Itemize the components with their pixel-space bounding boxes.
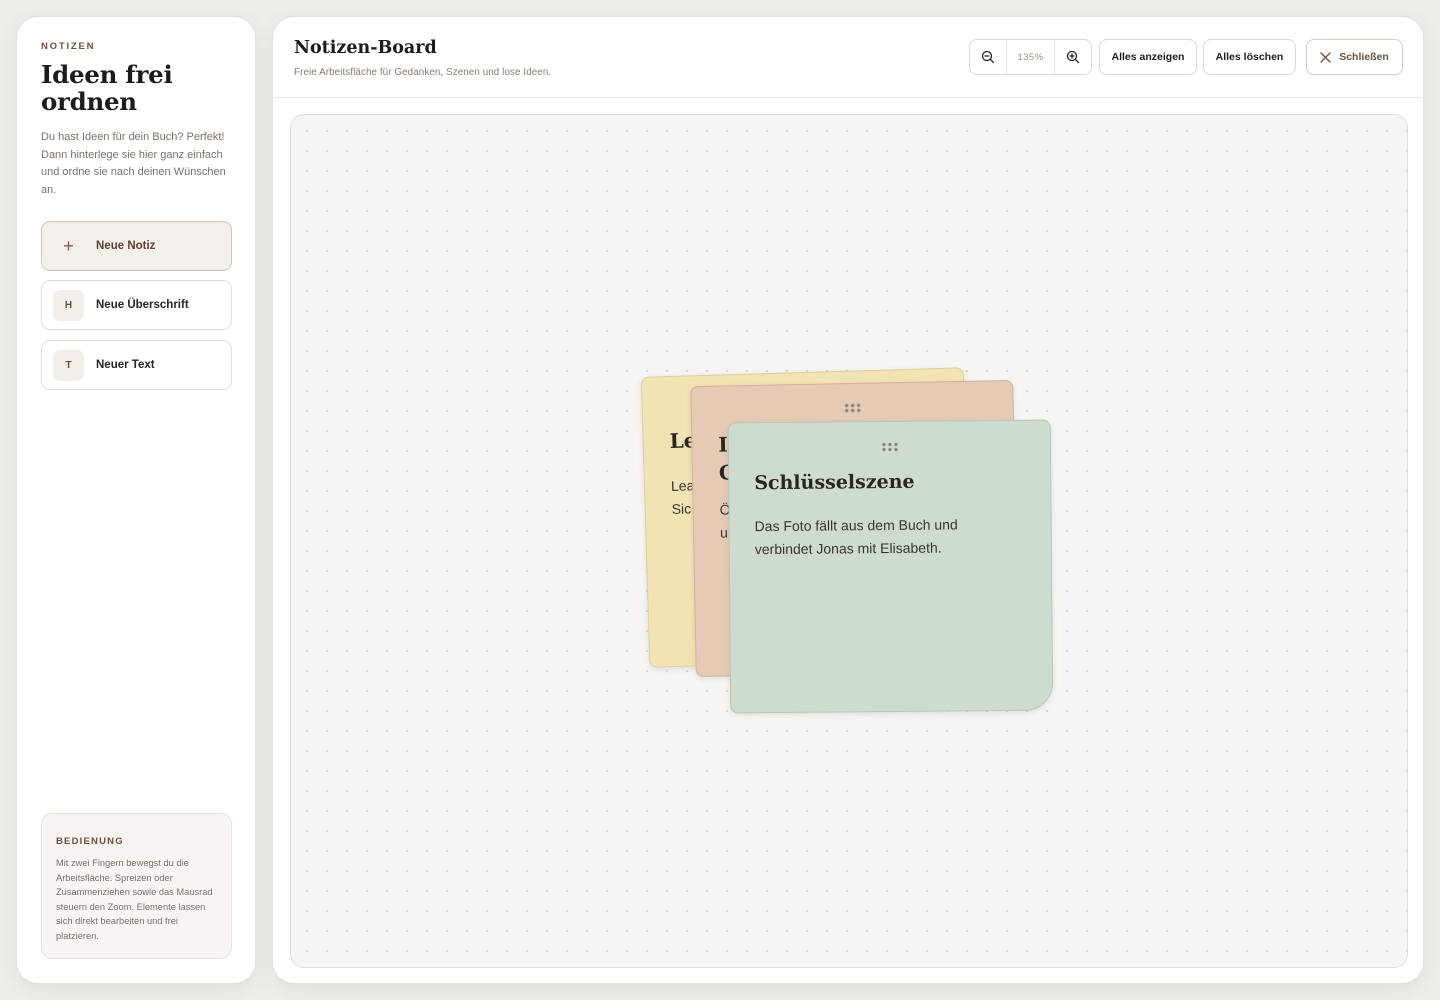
page-title: Notizen-Board bbox=[294, 38, 437, 58]
delete-all-button[interactable]: Alles löschen bbox=[1203, 39, 1296, 75]
heading-icon: H bbox=[53, 289, 84, 321]
note-text[interactable]: Das Foto fällt aus dem Buch und verbinde… bbox=[755, 513, 1015, 561]
plus-icon: + bbox=[63, 235, 74, 256]
main-panel: Notizen-Board Freie Arbeitsfläche für Ge… bbox=[272, 16, 1424, 984]
zoom-out-icon bbox=[981, 50, 995, 64]
sidebar-eyebrow: NOTIZEN bbox=[41, 41, 96, 52]
note-title[interactable]: Schlüsselszene bbox=[754, 471, 914, 494]
drag-handle-icon[interactable] bbox=[843, 402, 862, 414]
new-text-label: Neuer Text bbox=[96, 359, 155, 371]
new-note-label: Neue Notiz bbox=[96, 240, 156, 252]
zoom-level: 135% bbox=[1006, 40, 1055, 74]
zoom-out-button[interactable] bbox=[970, 40, 1006, 74]
sidebar: NOTIZEN Ideen frei ordnen Du hast Ideen … bbox=[16, 16, 256, 984]
note-card[interactable]: Schlüsselszene Das Foto fällt aus dem Bu… bbox=[727, 419, 1054, 714]
close-icon bbox=[1320, 51, 1331, 63]
zoom-control: 135% bbox=[969, 39, 1092, 75]
new-heading-label: Neue Überschrift bbox=[96, 299, 189, 311]
board-canvas[interactable]: Le Lea Sic I C Ö u Schlüsselszene Das Fo… bbox=[290, 114, 1408, 968]
board-header: Notizen-Board Freie Arbeitsfläche für Ge… bbox=[273, 17, 1423, 98]
text-icon: T bbox=[53, 349, 84, 381]
help-title: BEDIENUNG bbox=[56, 836, 124, 847]
zoom-in-button[interactable] bbox=[1055, 40, 1091, 74]
new-heading-button[interactable]: H Neue Überschrift bbox=[41, 280, 232, 330]
zoom-in-icon bbox=[1066, 50, 1080, 64]
new-text-button[interactable]: T Neuer Text bbox=[41, 340, 232, 390]
sidebar-description: Du hast Ideen für dein Buch? Perfekt! Da… bbox=[41, 131, 226, 196]
close-label: Schließen bbox=[1339, 51, 1389, 63]
sidebar-title: Ideen frei ordnen bbox=[41, 60, 173, 116]
page-subtitle: Freie Arbeitsfläche für Gedanken, Szenen… bbox=[294, 67, 552, 78]
show-all-button[interactable]: Alles anzeigen bbox=[1099, 39, 1197, 75]
help-text: Mit zwei Fingern bewegst du die Arbeitsf… bbox=[56, 858, 213, 941]
drag-handle-icon[interactable] bbox=[880, 441, 899, 453]
new-note-button[interactable]: + Neue Notiz bbox=[41, 221, 232, 271]
help-box: BEDIENUNG Mit zwei Fingern bewegst du di… bbox=[41, 813, 232, 959]
close-button[interactable]: Schließen bbox=[1306, 39, 1403, 75]
